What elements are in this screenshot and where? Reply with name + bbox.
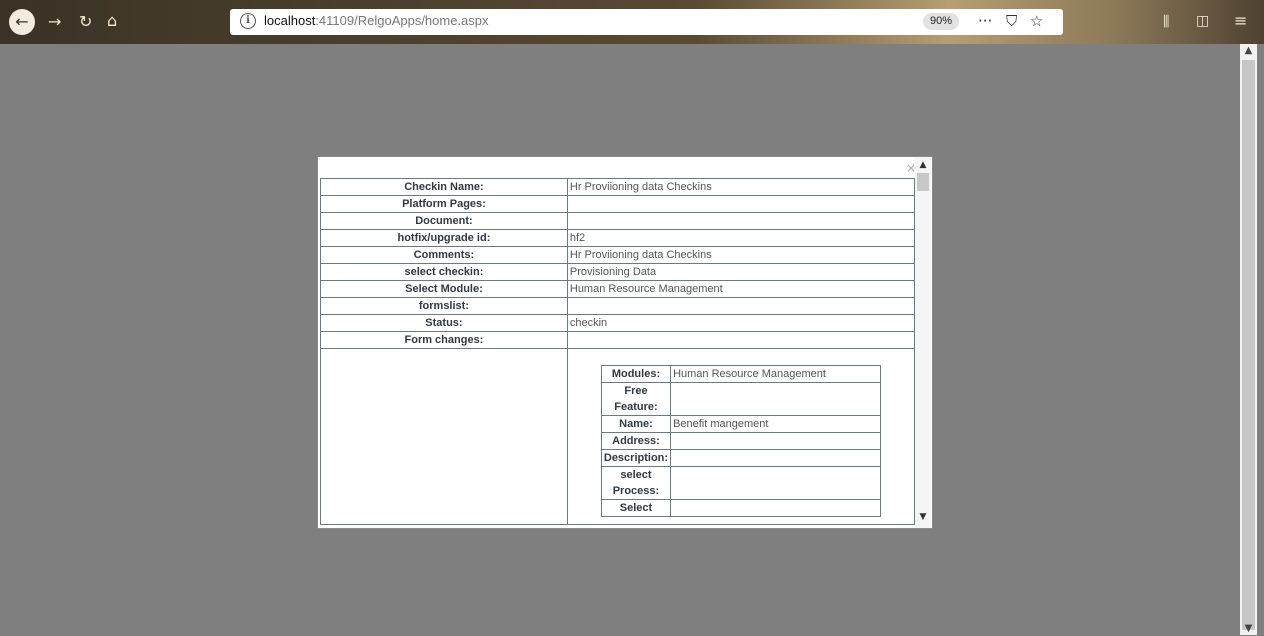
nested-value <box>670 382 881 416</box>
nested-row: Modules: Human Resource Management <box>600 365 881 383</box>
modal-scroll-down-icon[interactable]: ▼ <box>915 511 931 523</box>
menu-icon[interactable]: ≡ <box>1234 11 1247 31</box>
nested-label: select Process: <box>600 466 672 500</box>
field-label: Comments: <box>320 246 568 264</box>
field-value <box>566 195 916 213</box>
checkin-details-modal: × Checkin Name: Hr Proviioning data Check… <box>317 156 933 529</box>
nested-row: Select <box>600 499 881 517</box>
table-row: hotfix/upgrade id: hf2 <box>320 229 916 247</box>
nested-row: select Process: <box>600 466 881 500</box>
nested-row: Address: <box>600 432 881 450</box>
form-changes-left-cell <box>320 348 568 525</box>
field-value: Hr Proviioning data Checkins <box>566 178 916 196</box>
field-value: checkin <box>566 314 916 332</box>
forward-icon[interactable]: → <box>48 12 61 32</box>
modal-scrollbar-thumb[interactable] <box>917 173 929 191</box>
back-icon: ← <box>15 12 29 31</box>
module-details-table: Modules: Human Resource Management Free Fe… <box>600 365 881 517</box>
table-row: Checkin Name: Hr Proviioning data Checkin… <box>320 178 916 196</box>
field-value <box>566 297 916 315</box>
nested-row: Name: Benefit mangement <box>600 415 881 433</box>
table-row: Form changes: <box>320 331 916 349</box>
table-row: Document: <box>320 212 916 230</box>
scroll-up-icon[interactable]: ▲ <box>1240 44 1257 58</box>
field-label: Checkin Name: <box>320 178 568 196</box>
page-scrollbar[interactable]: ▲ ▼ <box>1240 44 1257 635</box>
checkin-details-table: Checkin Name: Hr Proviioning data Checkin… <box>320 178 916 525</box>
field-value: Human Resource Management <box>566 280 916 298</box>
nested-value: Benefit mangement <box>670 415 881 433</box>
nested-label: Description: <box>600 449 672 467</box>
field-label: select checkin: <box>320 263 568 281</box>
nested-label: Address: <box>600 432 672 450</box>
field-label: Select Module: <box>320 280 568 298</box>
more-icon[interactable]: ··· <box>978 12 992 30</box>
reload-icon[interactable]: ↻ <box>79 12 92 32</box>
field-value: hf2 <box>566 229 916 247</box>
field-label: Platform Pages: <box>320 195 568 213</box>
field-label: Document: <box>320 212 568 230</box>
table-row: Select Module: Human Resource Management <box>320 280 916 298</box>
field-value: Provisioning Data <box>566 263 916 281</box>
nested-row: Description: <box>600 449 881 467</box>
field-label: Form changes: <box>320 331 568 349</box>
nested-value <box>670 499 881 517</box>
table-row: Platform Pages: <box>320 195 916 213</box>
sidebar-icon[interactable]: ◫ <box>1196 11 1209 31</box>
table-row: Status: checkin <box>320 314 916 332</box>
nested-value <box>670 449 881 467</box>
form-changes-row: Modules: Human Resource Management Free Fe… <box>320 348 916 525</box>
modal-scrollbar[interactable]: ▲ ▼ <box>915 157 931 528</box>
form-changes-right-cell: Modules: Human Resource Management Free Fe… <box>566 348 916 525</box>
field-value: Hr Proviioning data Checkins <box>566 246 916 264</box>
library-icon[interactable]: ⫼ <box>1163 12 1169 32</box>
bookmark-star-icon[interactable]: ☆ <box>1030 12 1043 30</box>
scroll-down-icon[interactable]: ▼ <box>1240 622 1257 636</box>
nested-value <box>670 432 881 450</box>
home-icon[interactable]: ⌂ <box>107 11 117 31</box>
back-button[interactable]: ← <box>9 9 35 35</box>
nested-label: Name: <box>600 415 672 433</box>
zoom-badge[interactable]: 90% <box>923 13 959 30</box>
table-row: formslist: <box>320 297 916 315</box>
page-scrollbar-thumb[interactable] <box>1242 60 1255 630</box>
field-label: formslist: <box>320 297 568 315</box>
nested-label: Select <box>600 499 672 517</box>
nested-value: Human Resource Management <box>670 365 881 383</box>
field-value <box>566 331 916 349</box>
url-text[interactable]: localhost:41109/RelgoApps/home.aspx <box>264 13 489 28</box>
modal-scroll-up-icon[interactable]: ▲ <box>915 159 931 171</box>
field-value <box>566 212 916 230</box>
nested-row: Free Feature: <box>600 382 881 416</box>
field-label: Status: <box>320 314 568 332</box>
field-label: hotfix/upgrade id: <box>320 229 568 247</box>
table-row: Comments: Hr Proviioning data Checkins <box>320 246 916 264</box>
nested-label: Free Feature: <box>600 382 672 416</box>
info-icon[interactable]: i <box>240 13 256 29</box>
pocket-icon[interactable]: ⛉ <box>1006 12 1017 30</box>
nested-label: Modules: <box>600 365 672 383</box>
table-row: select checkin: Provisioning Data <box>320 263 916 281</box>
browser-toolbar: ← → ↻ ⌂ i localhost:41109/RelgoApps/home… <box>0 0 1264 44</box>
nested-value <box>670 466 881 500</box>
url-bar[interactable]: i localhost:41109/RelgoApps/home.aspx 90… <box>230 9 1063 35</box>
